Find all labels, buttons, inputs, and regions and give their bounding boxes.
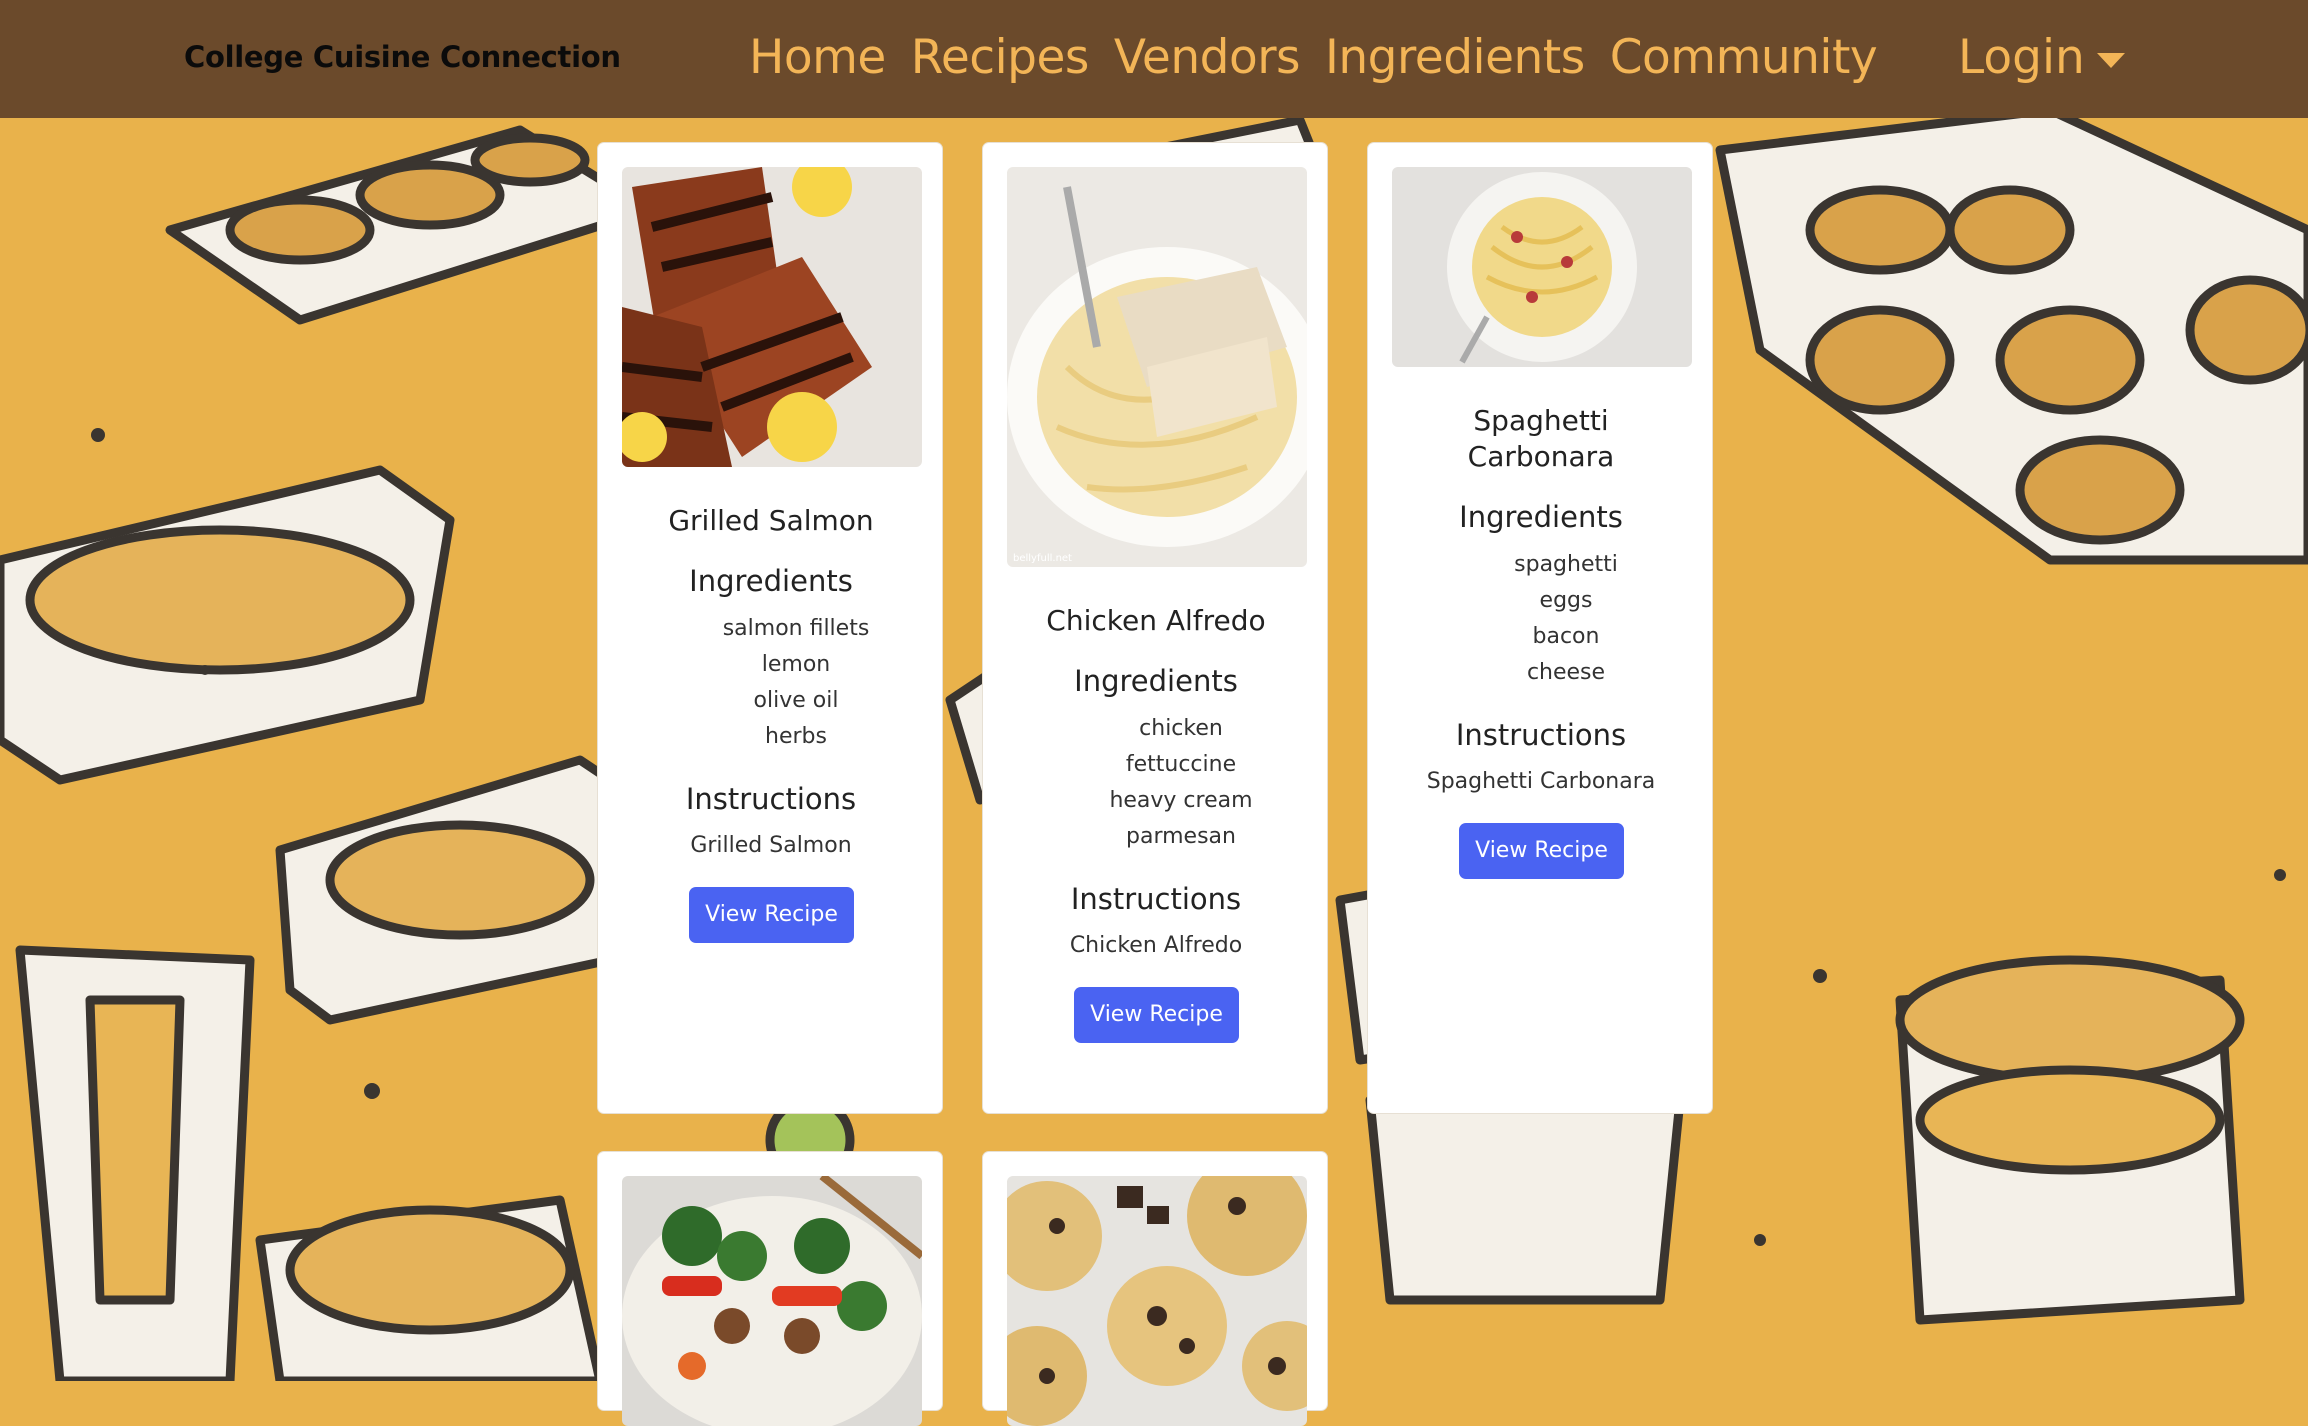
- recipe-card: [597, 1151, 943, 1426]
- list-item: herbs: [765, 724, 827, 749]
- list-item: eggs: [1539, 588, 1593, 613]
- recipe-card: Spaghetti Carbonara Ingredients spaghett…: [1367, 142, 1713, 1114]
- caret-down-icon: [2096, 52, 2125, 68]
- view-recipe-button[interactable]: View Recipe: [689, 887, 854, 943]
- instructions-heading: Instructions: [685, 782, 857, 816]
- login-dropdown[interactable]: Login: [1958, 28, 2125, 88]
- chicken-alfredo-photo: bellyfull.net: [1007, 167, 1307, 567]
- recipe-card: bellyfull.net Chicken Alfredo Ingredient…: [982, 142, 1328, 1114]
- ingredients-list: chicken fettuccine heavy cream parmesan: [983, 711, 1329, 855]
- instructions-heading: Instructions: [1070, 882, 1242, 916]
- recipe-title-line: Spaghetti: [1473, 404, 1609, 437]
- ingredients-heading: Ingredients: [689, 564, 853, 598]
- svg-text:bellyfull.net: bellyfull.net: [1013, 553, 1072, 564]
- recipe-title-line: Carbonara: [1467, 440, 1615, 473]
- nav-link-vendors[interactable]: Vendors: [1114, 28, 1301, 88]
- recipe-title: Spaghetti Carbonara: [1368, 403, 1714, 475]
- site-brand[interactable]: College Cuisine Connection: [184, 40, 621, 74]
- instructions-heading: Instructions: [1455, 718, 1627, 752]
- nav-links: Home Recipes Vendors Ingredients Communi…: [749, 28, 1902, 88]
- view-recipe-button[interactable]: View Recipe: [1074, 987, 1239, 1043]
- list-item: parmesan: [1126, 824, 1236, 849]
- list-item: bacon: [1532, 624, 1600, 649]
- list-item: chicken: [1139, 716, 1223, 741]
- nav-link-community[interactable]: Community: [1610, 28, 1878, 88]
- grilled-salmon-photo: [622, 167, 922, 467]
- instructions-text: Grilled Salmon: [690, 833, 852, 858]
- list-item: spaghetti: [1514, 552, 1618, 577]
- instructions-text: Chicken Alfredo: [1069, 933, 1243, 958]
- login-label: Login: [1958, 30, 2085, 85]
- ingredients-heading: Ingredients: [1459, 500, 1623, 534]
- ingredients-list: spaghetti eggs bacon cheese: [1368, 547, 1714, 691]
- list-item: olive oil: [753, 688, 839, 713]
- recipe-card: [982, 1151, 1328, 1426]
- list-item: fettuccine: [1125, 752, 1237, 777]
- list-item: salmon fillets: [722, 616, 870, 641]
- recipe-title: Grilled Salmon: [668, 504, 874, 537]
- instructions-text: Spaghetti Carbonara: [1426, 769, 1656, 794]
- ingredients-heading: Ingredients: [1074, 664, 1238, 698]
- stir-fry-photo: [622, 1176, 922, 1426]
- recipe-card: Grilled Salmon Ingredients salmon fillet…: [597, 142, 943, 1114]
- chocolate-chip-cookies-photo: [1007, 1176, 1307, 1426]
- spaghetti-carbonara-photo: [1392, 167, 1692, 367]
- list-item: cheese: [1526, 660, 1606, 685]
- nav-link-ingredients[interactable]: Ingredients: [1325, 28, 1585, 88]
- view-recipe-button[interactable]: View Recipe: [1459, 823, 1624, 879]
- nav-link-recipes[interactable]: Recipes: [911, 28, 1090, 88]
- top-navbar: College Cuisine Connection Home Recipes …: [0, 0, 2308, 118]
- recipe-title: Chicken Alfredo: [1046, 604, 1266, 637]
- ingredients-list: salmon fillets lemon olive oil herbs: [598, 611, 944, 755]
- nav-link-home[interactable]: Home: [749, 28, 886, 88]
- list-item: lemon: [761, 652, 831, 677]
- list-item: heavy cream: [1109, 788, 1253, 813]
